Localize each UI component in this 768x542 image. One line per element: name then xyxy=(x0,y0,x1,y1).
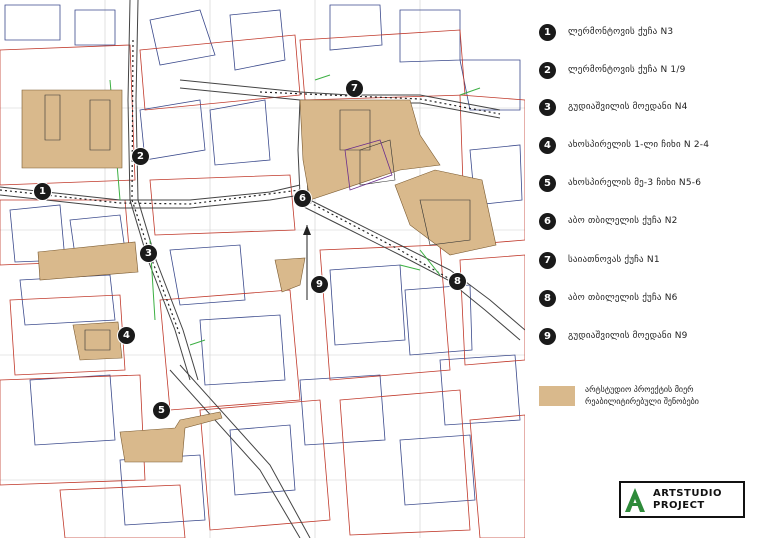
legend-label: ლერმონტოვის ქუჩა N 1/9 xyxy=(568,65,686,75)
legend-number: 1 xyxy=(539,23,556,41)
map-drawing xyxy=(0,0,526,539)
legend-number: 2 xyxy=(539,61,556,79)
map-marker-7[interactable]: 7 xyxy=(345,79,364,98)
legend-label: ახოსპირელის 1-ლი ჩიხი N 2-4 xyxy=(568,140,710,150)
logo-a-icon xyxy=(625,487,645,512)
legend-item-5: 5 ახოსპირელის მე-3 ჩიხი N5-6 xyxy=(539,173,701,193)
legend-number: 4 xyxy=(539,136,556,154)
legend-item-1: 1 ლერმონტოვის ქუჩა N3 xyxy=(539,22,673,42)
map-marker-4[interactable]: 4 xyxy=(117,326,136,345)
legend-label: გუდიაშვილის მოედანი N9 xyxy=(568,331,688,341)
legend-number: 6 xyxy=(539,212,556,230)
map-marker-1[interactable]: 1 xyxy=(33,182,52,201)
legend-label: აბო თბილელის ქუჩა N2 xyxy=(568,216,678,226)
logo-text: ARTSTUDIO PROJECT xyxy=(653,488,722,512)
rehab-building-9 xyxy=(274,257,306,293)
rehab-swatch xyxy=(539,386,575,406)
rehab-building-1 xyxy=(21,89,123,169)
legend-label: საიათნოვას ქუჩა N1 xyxy=(568,255,660,265)
legend-item-3: 3 გუდიაშვილის მოედანი N4 xyxy=(539,97,688,117)
map-marker-9[interactable]: 9 xyxy=(310,275,329,294)
legend-item-2: 2 ლერმონტოვის ქუჩა N 1/9 xyxy=(539,60,686,80)
legend-item-8: 8 აბო თბილელის ქუჩა N6 xyxy=(539,288,678,308)
site-map: 1 2 3 4 5 6 7 8 9 xyxy=(0,0,526,539)
legend-number: 5 xyxy=(539,174,556,192)
logo-line1: ARTSTUDIO xyxy=(653,487,722,499)
map-marker-6[interactable]: 6 xyxy=(293,189,312,208)
map-marker-5[interactable]: 5 xyxy=(152,401,171,420)
rehab-building-4 xyxy=(72,321,123,361)
rehab-building-5 xyxy=(119,411,223,463)
legend-label: აბო თბილელის ქუჩა N6 xyxy=(568,293,678,303)
artstudio-logo: ARTSTUDIO PROJECT xyxy=(619,481,745,518)
legend-number: 8 xyxy=(539,289,556,307)
legend-label: გუდიაშვილის მოედანი N4 xyxy=(568,102,688,112)
rehab-swatch-line2: რეაბილიტირებული შენობები xyxy=(585,397,699,406)
legend-number: 3 xyxy=(539,98,556,116)
rehab-building-8 xyxy=(394,169,497,256)
legend-swatch-row: არტსტუდიო პროექტის მიერ რეაბილიტირებული … xyxy=(539,384,699,408)
logo-line2: PROJECT xyxy=(653,499,705,511)
legend-panel: 1 ლერმონტოვის ქუჩა N3 2 ლერმონტოვის ქუჩა… xyxy=(525,0,768,538)
map-marker-3[interactable]: 3 xyxy=(139,244,158,263)
legend-number: 7 xyxy=(539,251,556,269)
legend-label: ლერმონტოვის ქუჩა N3 xyxy=(568,27,674,37)
legend-item-7: 7 საიათნოვას ქუჩა N1 xyxy=(539,250,660,270)
legend-item-4: 4 ახოსპირელის 1-ლი ჩიხი N 2-4 xyxy=(539,135,709,155)
rehab-swatch-label: არტსტუდიო პროექტის მიერ რეაბილიტირებული … xyxy=(585,384,699,408)
rehab-swatch-line1: არტსტუდიო პროექტის მიერ xyxy=(585,385,694,394)
logo-mark xyxy=(621,483,649,516)
legend-number: 9 xyxy=(539,327,556,345)
legend-item-6: 6 აბო თბილელის ქუჩა N2 xyxy=(539,211,678,231)
map-marker-2[interactable]: 2 xyxy=(131,147,150,166)
map-marker-8[interactable]: 8 xyxy=(448,272,467,291)
legend-label: ახოსპირელის მე-3 ჩიხი N5-6 xyxy=(568,178,702,188)
legend-item-9: 9 გუდიაშვილის მოედანი N9 xyxy=(539,326,688,346)
rehab-building-3 xyxy=(37,241,139,281)
